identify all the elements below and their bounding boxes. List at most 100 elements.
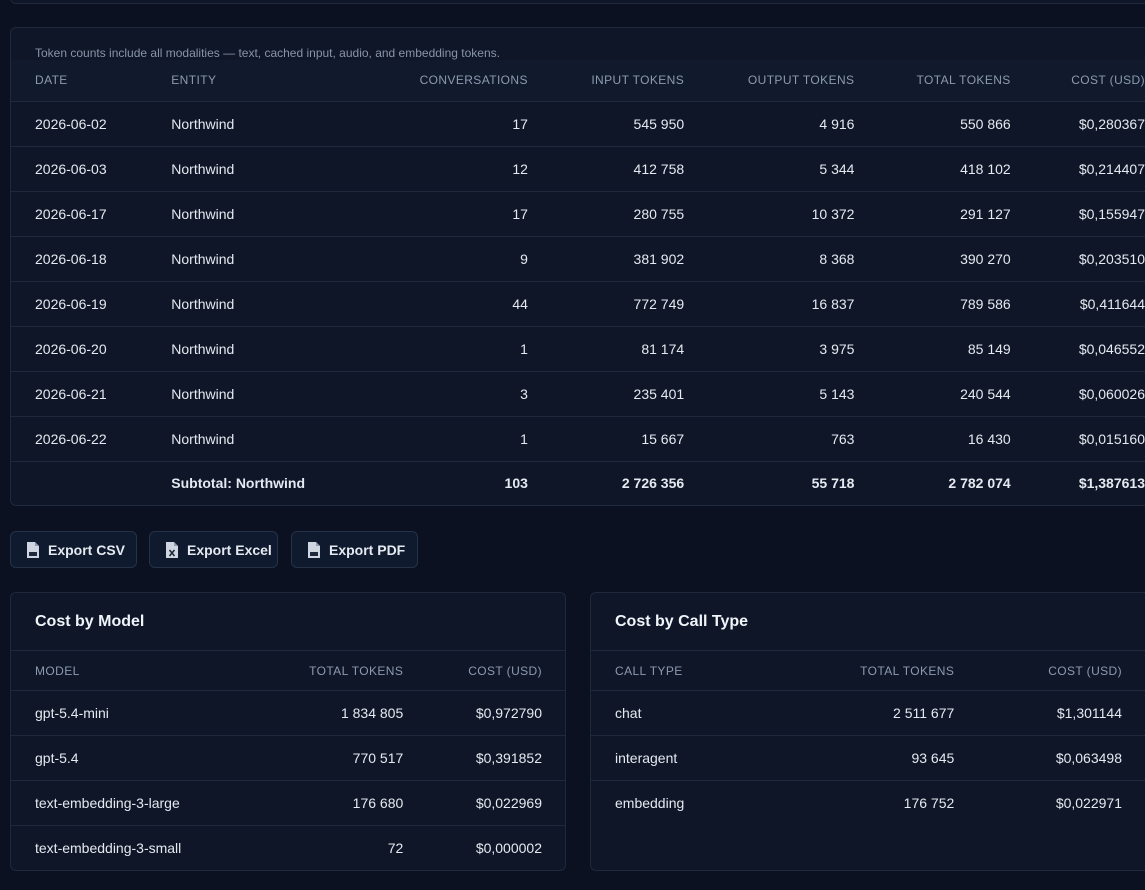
cell-date: 2026-06-21 <box>35 385 107 402</box>
cell-output-tokens: 763 <box>831 430 855 447</box>
cell-model: gpt-5.4 <box>35 750 79 766</box>
cell-output-tokens: 16 837 <box>811 295 855 312</box>
table-row: 2026-06-22 Northwind 1 15 667 763 16 430… <box>11 416 1145 461</box>
subtotal-label: Subtotal: Northwind <box>171 475 306 492</box>
usage-table: DATE ENTITY CONVERSATIONS INPUT TOKENS O… <box>11 60 1145 505</box>
cell-output-tokens: 5 344 <box>819 160 855 177</box>
subtotal-input-tokens: 2 726 356 <box>621 475 685 492</box>
cell-call-type: interagent <box>615 750 678 766</box>
cell-cost: $0,280367 <box>1078 115 1145 132</box>
cost-by-model-title: Cost by Model <box>35 613 145 630</box>
cell-total-tokens: 418 102 <box>960 160 1011 177</box>
export-csv-button[interactable]: Export CSV <box>10 531 137 568</box>
cell-conversations: 12 <box>512 160 528 177</box>
table-row: 2026-06-02 Northwind 17 545 950 4 916 55… <box>11 101 1145 146</box>
table-row: 2026-06-19 Northwind 44 772 749 16 837 7… <box>11 281 1145 326</box>
previous-panel-edge <box>10 0 1145 4</box>
cell-total-tokens: 390 270 <box>960 250 1011 267</box>
cell-cost: $0,022969 <box>475 795 542 811</box>
col-entity[interactable]: ENTITY <box>171 60 371 101</box>
cell-entity: Northwind <box>171 250 235 267</box>
cell-total-tokens: 176 752 <box>903 795 955 812</box>
cell-output-tokens: 8 368 <box>819 250 855 267</box>
table-row: gpt-5.4 770 517 $0,391852 <box>11 735 565 781</box>
cell-cost: $0,063498 <box>1055 750 1122 766</box>
cell-total-tokens: 72 <box>387 840 404 857</box>
cell-input-tokens: 545 950 <box>633 115 685 132</box>
table-row: 2026-06-20 Northwind 1 81 174 3 975 85 1… <box>11 326 1145 371</box>
cell-conversations: 17 <box>512 115 528 132</box>
usage-table-panel: Token counts include all modalities — te… <box>10 27 1145 506</box>
cell-model: text-embedding-3-large <box>35 795 180 811</box>
table-row: text-embedding-3-small 72 $0,000002 <box>11 825 565 871</box>
file-csv-icon <box>27 541 39 558</box>
cell-entity: Northwind <box>171 295 235 312</box>
cell-cost: $0,060026 <box>1078 385 1145 402</box>
col-call-type-total-tokens[interactable]: TOTAL TOKENS <box>806 651 954 691</box>
table-row: embedding 176 752 $0,022971 <box>591 780 1145 826</box>
export-pdf-button[interactable]: Export PDF <box>291 531 418 568</box>
cell-input-tokens: 280 755 <box>633 205 685 222</box>
cell-output-tokens: 3 975 <box>819 340 855 357</box>
subtotal-conversations: 103 <box>504 475 528 492</box>
col-model-cost[interactable]: COST (USD) <box>403 651 565 691</box>
cell-model: text-embedding-3-small <box>35 840 182 857</box>
cell-entity: Northwind <box>171 205 235 222</box>
cell-entity: Northwind <box>171 160 235 177</box>
cell-date: 2026-06-22 <box>35 430 107 447</box>
cell-cost: $0,203510 <box>1078 250 1145 267</box>
cell-date: 2026-06-18 <box>35 250 107 267</box>
cell-cost: $0,972790 <box>475 705 542 721</box>
col-call-type[interactable]: CALL TYPE <box>591 651 806 691</box>
file-pdf-icon <box>308 541 320 558</box>
cell-total-tokens: 770 517 <box>352 750 404 766</box>
cell-cost: $0,411644 <box>1079 295 1145 312</box>
cell-entity: Northwind <box>171 115 235 132</box>
cell-cost: $0,046552 <box>1078 340 1145 357</box>
cell-entity: Northwind <box>171 340 235 357</box>
cell-input-tokens: 772 749 <box>633 295 685 312</box>
cell-conversations: 9 <box>520 250 528 267</box>
subtotal-total-tokens: 2 782 074 <box>948 475 1011 492</box>
table-row: text-embedding-3-large 176 680 $0,022969 <box>11 780 565 826</box>
col-call-type-cost[interactable]: COST (USD) <box>954 651 1145 691</box>
cell-cost: $0,000002 <box>475 840 542 857</box>
cell-cost: $0,015160 <box>1078 430 1145 447</box>
col-cost[interactable]: COST (USD) <box>1011 60 1145 101</box>
col-model[interactable]: MODEL <box>11 651 226 691</box>
cell-cost: $0,391852 <box>475 750 542 766</box>
table-row: interagent 93 645 $0,063498 <box>591 735 1145 781</box>
cell-call-type: chat <box>615 705 642 721</box>
table-row: 2026-06-03 Northwind 12 412 758 5 344 41… <box>11 146 1145 191</box>
table-row: 2026-06-17 Northwind 17 280 755 10 372 2… <box>11 191 1145 236</box>
cell-conversations: 44 <box>512 295 528 312</box>
col-conversations[interactable]: CONVERSATIONS <box>372 60 528 101</box>
col-total-tokens[interactable]: TOTAL TOKENS <box>854 60 1011 101</box>
cell-total-tokens: 176 680 <box>352 795 404 811</box>
cell-total-tokens: 16 430 <box>967 430 1011 447</box>
call-type-table-header: CALL TYPE TOTAL TOKENS COST (USD) <box>591 650 1145 691</box>
subtotal-date <box>11 461 171 505</box>
cell-total-tokens: 240 544 <box>960 385 1011 402</box>
cost-by-call-type-title: Cost by Call Type <box>615 613 749 630</box>
subtotal-cost: $1,387613 <box>1078 475 1145 492</box>
cell-conversations: 3 <box>520 385 528 402</box>
col-input-tokens[interactable]: INPUT TOKENS <box>528 60 684 101</box>
cell-total-tokens: 85 149 <box>967 340 1011 357</box>
export-excel-button[interactable]: Export Excel <box>149 531 278 568</box>
col-model-total-tokens[interactable]: TOTAL TOKENS <box>226 651 403 691</box>
export-pdf-label: Export PDF <box>329 541 406 558</box>
col-output-tokens[interactable]: OUTPUT TOKENS <box>684 60 854 101</box>
cell-total-tokens: 789 586 <box>960 295 1011 312</box>
cell-model: gpt-5.4-mini <box>35 705 109 721</box>
token-count-note: Token counts include all modalities — te… <box>35 46 500 60</box>
cell-conversations: 17 <box>512 205 528 222</box>
cell-cost: $0,155947 <box>1078 205 1145 222</box>
subtotal-row: Subtotal: Northwind 103 2 726 356 55 718… <box>11 461 1145 505</box>
table-row: 2026-06-18 Northwind 9 381 902 8 368 390… <box>11 236 1145 281</box>
col-date[interactable]: DATE <box>11 60 171 101</box>
model-table-header: MODEL TOTAL TOKENS COST (USD) <box>11 650 565 691</box>
cell-entity: Northwind <box>171 430 235 447</box>
cell-call-type: embedding <box>615 795 685 812</box>
table-row: 2026-06-21 Northwind 3 235 401 5 143 240… <box>11 371 1145 416</box>
